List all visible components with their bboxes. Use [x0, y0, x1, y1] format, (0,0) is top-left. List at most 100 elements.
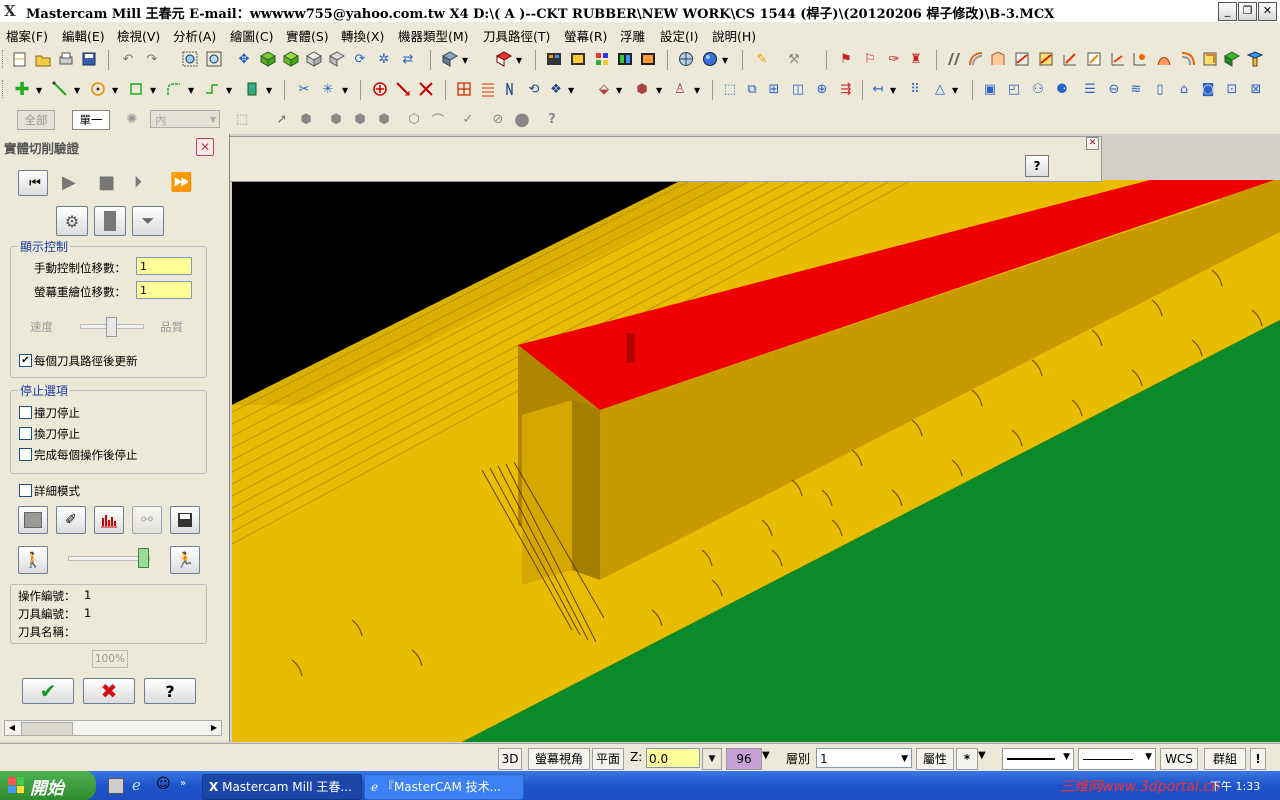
quicklaunch-more-icon[interactable]: »	[180, 778, 186, 789]
speed-quality-slider-thumb[interactable]	[106, 317, 117, 337]
pencil-icon[interactable]: ✎	[752, 49, 772, 69]
selection-mask-icon[interactable]: ✺	[122, 109, 142, 129]
stop-icon[interactable]: ■	[98, 172, 115, 193]
offset-icon[interactable]: ❖	[546, 79, 566, 99]
menu-screen[interactable]: 螢幕(R)	[564, 26, 607, 45]
surface-tool-icon-12[interactable]	[1200, 49, 1220, 69]
menu-machine-type[interactable]: 機器類型(M)	[398, 26, 469, 45]
dropdown-arrow-icon[interactable]: ▼	[112, 86, 118, 95]
line-width-select[interactable]: ▼	[1078, 748, 1156, 770]
chain-select-icon[interactable]: ⌒	[428, 109, 448, 129]
surface-tool-icon-10[interactable]	[1154, 49, 1174, 69]
fast-speed-button[interactable]: 🏃	[170, 546, 200, 574]
grid-sphere-icon[interactable]	[676, 49, 696, 69]
help-button[interactable]: ?	[144, 678, 196, 704]
solid-manager-icon[interactable]	[568, 49, 588, 69]
zoom-window-icon[interactable]	[180, 49, 200, 69]
shading-icon[interactable]	[440, 49, 460, 69]
drag-icon[interactable]: ⬢	[632, 79, 652, 99]
screen-icon-10[interactable]: ◙	[1198, 79, 1218, 99]
point-style-button[interactable]: *	[956, 748, 978, 770]
attributes-button[interactable]: 屬性	[916, 748, 954, 770]
rotate-icon[interactable]: ⟳	[350, 49, 370, 69]
verify-select-icon-3[interactable]: ⬢	[374, 109, 394, 129]
surface-tool-icon-9[interactable]	[1130, 49, 1150, 69]
open-file-icon[interactable]	[33, 49, 53, 69]
solid-select-icon[interactable]: ⬡	[404, 109, 424, 129]
graphics-viewport[interactable]	[232, 180, 1280, 742]
snapshot-icon[interactable]	[638, 49, 658, 69]
create-line-icon[interactable]	[50, 79, 70, 99]
screen-icon-12[interactable]: ⊠	[1246, 79, 1266, 99]
update-each-checkbox[interactable]: ✔	[19, 354, 32, 367]
break-icon[interactable]: ✳	[318, 79, 338, 99]
quicklaunch-messenger-icon[interactable]: ☺	[156, 776, 171, 792]
view-side-icon[interactable]	[304, 49, 324, 69]
fast-forward-icon[interactable]: ⏩	[170, 172, 192, 193]
surface-tool-icon-8[interactable]	[1108, 49, 1128, 69]
surface-tool-icon-7[interactable]	[1084, 49, 1104, 69]
level-manager-icon[interactable]	[592, 49, 612, 69]
close-button[interactable]: ✕	[1258, 2, 1277, 21]
stop-tool-change-checkbox[interactable]	[19, 427, 32, 440]
delete-point-icon[interactable]	[370, 79, 390, 99]
dropdown-arrow-icon[interactable]: ▼	[36, 86, 42, 95]
nest-icon-1[interactable]: ⬚	[720, 79, 740, 99]
grid-xform-icon[interactable]	[454, 79, 474, 99]
scroll-thumb[interactable]	[21, 722, 73, 736]
array-icon[interactable]	[478, 79, 498, 99]
compare-button[interactable]: ⚯	[132, 506, 162, 534]
screen-icon-11[interactable]: ⊡	[1222, 79, 1242, 99]
spline-icon[interactable]	[202, 79, 222, 99]
taskbar-item-browser[interactable]: ℯ 『MasterCAM 技术...	[364, 774, 524, 800]
menu-solids[interactable]: 實體(S)	[286, 26, 329, 45]
dropdown-arrow-icon[interactable]: ▼	[568, 86, 574, 95]
surface-tool-icon-13[interactable]	[1222, 49, 1242, 69]
screen-icon-5[interactable]: ☰	[1080, 79, 1100, 99]
triangle-icon[interactable]: △	[930, 79, 950, 99]
taskbar-item-mastercam[interactable]: X Mastercam Mill 王春...	[202, 774, 362, 800]
dropdown-arrow-icon[interactable]: ▼	[342, 86, 348, 95]
select-single-button[interactable]: 單一	[72, 110, 110, 130]
step-forward-icon[interactable]: ⏵	[134, 172, 142, 192]
project-icon[interactable]: ⬙	[594, 79, 614, 99]
select-last-icon[interactable]: ✓	[458, 109, 478, 129]
chart-button[interactable]	[94, 506, 124, 534]
create-circle-icon[interactable]	[88, 79, 108, 99]
dynamic-rotate-icon[interactable]: ✲	[374, 49, 394, 69]
color-swatch[interactable]: 96	[726, 748, 762, 770]
wand-icon[interactable]: ⚒	[784, 49, 804, 69]
dropdown-arrow-icon[interactable]: ▼	[226, 86, 232, 95]
nest-icon-2[interactable]: ⧉	[742, 79, 762, 99]
screen-icon-2[interactable]: ◰	[1004, 79, 1024, 99]
nest-icon-5[interactable]: ⊕	[812, 79, 832, 99]
menu-analyze[interactable]: 分析(A)	[173, 26, 216, 45]
clear-selection-icon[interactable]: ⊘	[488, 109, 508, 129]
stop-after-op-checkbox[interactable]	[19, 448, 32, 461]
surface-tool-icon-1[interactable]	[944, 49, 964, 69]
view-front-icon[interactable]	[281, 49, 301, 69]
delete-entity-icon[interactable]	[393, 79, 413, 99]
extrude-icon[interactable]	[242, 79, 262, 99]
tool-button[interactable]: ⏷	[132, 206, 164, 236]
dropdown-arrow-icon[interactable]: ▼	[722, 56, 728, 65]
dropdown-arrow-icon[interactable]: ▼	[516, 56, 522, 65]
analyze-distance-icon[interactable]: ⚐	[860, 49, 880, 69]
wcs-button[interactable]: WCS	[1160, 748, 1198, 770]
globe-icon[interactable]	[700, 49, 720, 69]
dropdown-arrow-icon[interactable]: ▼	[952, 86, 958, 95]
select-mode-dropdown[interactable]: 內 ▼	[150, 110, 220, 128]
dropdown-arrow-icon[interactable]: ▼	[694, 86, 700, 95]
speed-slider-thumb[interactable]	[138, 548, 149, 568]
screen-icon-7[interactable]: ≋	[1126, 79, 1146, 99]
slow-speed-button[interactable]: 🚶	[18, 546, 48, 574]
unzoom-icon[interactable]	[204, 49, 224, 69]
nest-icon-4[interactable]: ◫	[788, 79, 808, 99]
redraw-step-input[interactable]: 1	[136, 281, 192, 299]
surface-tool-icon-3[interactable]	[988, 49, 1008, 69]
fillet-icon[interactable]	[164, 79, 184, 99]
stretch-icon[interactable]: ♙	[670, 79, 690, 99]
screen-icon-8[interactable]: ▯	[1150, 79, 1170, 99]
verify-select-icon-2[interactable]: ⬢	[350, 109, 370, 129]
surface-tool-icon-11[interactable]	[1178, 49, 1198, 69]
